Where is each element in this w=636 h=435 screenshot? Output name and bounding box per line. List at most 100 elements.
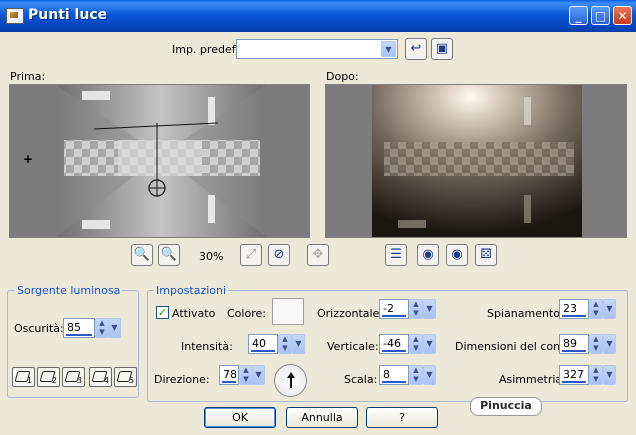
magnifier-minus-icon: 🔍: [133, 247, 151, 262]
asymmetry-field[interactable]: 327: [559, 365, 589, 385]
color-swatch[interactable]: [272, 298, 304, 325]
floppy-save-icon: ▣: [435, 41, 449, 56]
app-icon: [6, 8, 24, 24]
dice-icon: ⚄: [480, 247, 492, 262]
direction-label: Direzione:: [154, 373, 210, 386]
title-bar: Punti luce _ □ ✕: [0, 0, 636, 32]
after-preview-image: [372, 85, 582, 237]
zoom-in-button[interactable]: 🔍: [158, 244, 180, 266]
spin-arrows-icon[interactable]: ▲ ▼: [409, 299, 423, 319]
spin-arrows-icon[interactable]: ▲ ▼: [589, 334, 603, 354]
flatten-spinner[interactable]: 23 ▲ ▼ ▼: [559, 299, 617, 319]
spin-arrows-icon[interactable]: ▲ ▼: [589, 365, 603, 385]
spin-arrows-icon[interactable]: ▲ ▼: [409, 365, 423, 385]
direction-spinner[interactable]: 78 ▲ ▼ ▼: [219, 365, 265, 385]
pan-button[interactable]: ✥: [307, 244, 329, 266]
light-source-legend: Sorgente luminosa: [15, 284, 123, 297]
before-preview-image: +: [23, 85, 266, 237]
maximize-icon: □: [594, 9, 607, 23]
spin-arrows-icon[interactable]: ▲ ▼: [278, 334, 292, 354]
eye-icon: ◉: [451, 247, 463, 262]
reset-preset-button[interactable]: ↩: [405, 38, 427, 60]
direction-dial[interactable]: [274, 364, 307, 397]
intensity-label: Intensità:: [181, 340, 233, 353]
intensity-field[interactable]: 40: [248, 334, 278, 354]
direction-field[interactable]: 78: [219, 365, 239, 385]
ok-button[interactable]: OK: [204, 407, 276, 428]
chevron-down-icon[interactable]: ▼: [423, 334, 436, 354]
before-preview[interactable]: +: [9, 84, 310, 238]
scale-field[interactable]: 8: [379, 365, 409, 385]
chevron-down-icon[interactable]: ▼: [108, 318, 121, 338]
cone-size-field[interactable]: 89: [559, 334, 589, 354]
close-button[interactable]: ✕: [613, 6, 632, 25]
preset-dropdown[interactable]: ▼: [236, 39, 398, 59]
reset-arrow-icon: ↩: [410, 41, 422, 56]
light-preset-1[interactable]: 1: [12, 367, 35, 387]
cone-size-label: Dimensioni del cono:: [455, 340, 571, 353]
light-preset-2[interactable]: 2: [37, 367, 60, 387]
chevron-down-icon[interactable]: ▼: [603, 365, 616, 385]
vertical-label: Verticale:: [327, 340, 379, 353]
spin-arrows-icon[interactable]: ▲ ▼: [95, 318, 109, 338]
move-icon: ✥: [312, 247, 324, 262]
enabled-label: Attivato: [172, 307, 216, 320]
light-preset-5[interactable]: 5: [114, 367, 137, 387]
horizontal-field[interactable]: -2: [379, 299, 409, 319]
zoom-100-button[interactable]: ⊘: [268, 244, 290, 266]
zoom-out-button[interactable]: 🔍: [131, 244, 153, 266]
darkness-spinner[interactable]: 85 ▲ ▼ ▼: [63, 318, 121, 338]
fit-to-window-button[interactable]: ⤢: [240, 244, 262, 266]
eye-hand-icon: ◉: [422, 247, 434, 262]
chevron-down-icon[interactable]: ▼: [292, 334, 305, 354]
list-view-icon: ☰: [390, 247, 402, 262]
chevron-down-icon[interactable]: ▼: [603, 334, 616, 354]
magnifier-plus-icon: 🔍: [160, 247, 178, 262]
after-label: Dopo:: [326, 70, 359, 83]
spin-arrows-icon[interactable]: ▲ ▼: [589, 299, 603, 319]
chevron-down-icon[interactable]: ▼: [423, 365, 436, 385]
svg-text:+: +: [23, 152, 33, 166]
auto-proof-button[interactable]: ◉: [446, 244, 468, 266]
cone-size-spinner[interactable]: 89 ▲ ▼ ▼: [559, 334, 617, 354]
close-icon: ✕: [617, 9, 628, 23]
preset-label: Imp. predef.:: [172, 43, 242, 56]
horizontal-spinner[interactable]: -2 ▲ ▼ ▼: [379, 299, 437, 319]
watermark-badge: Pinuccia: [470, 397, 542, 416]
vertical-spinner[interactable]: -46 ▲ ▼ ▼: [379, 334, 437, 354]
asymmetry-spinner[interactable]: 327 ▲ ▼ ▼: [559, 365, 617, 385]
vertical-field[interactable]: -46: [379, 334, 409, 354]
minimize-button[interactable]: _: [569, 6, 588, 25]
flatten-label: Spianamento:: [487, 307, 564, 320]
magnifier-100-icon: ⊘: [273, 247, 285, 262]
help-button[interactable]: ?: [366, 407, 438, 428]
chevron-down-icon: ▼: [381, 41, 396, 57]
scale-spinner[interactable]: 8 ▲ ▼ ▼: [379, 365, 437, 385]
maximize-button[interactable]: □: [591, 6, 610, 25]
save-preset-button[interactable]: ▣: [431, 38, 453, 60]
chevron-down-icon[interactable]: ▼: [603, 299, 616, 319]
window-title: Punti luce: [28, 7, 108, 23]
spin-arrows-icon[interactable]: ▲ ▼: [239, 365, 253, 385]
light-preset-3[interactable]: 3: [62, 367, 85, 387]
asymmetry-label: Asimmetria:: [499, 373, 566, 386]
darkness-field[interactable]: 85: [63, 318, 95, 338]
horizontal-label: Orizzontale:: [317, 307, 384, 320]
color-label: Colore:: [227, 307, 266, 320]
chevron-down-icon[interactable]: ▼: [423, 299, 436, 319]
scale-label: Scala:: [344, 373, 378, 386]
toggle-overlay-button[interactable]: ☰: [385, 244, 407, 266]
intensity-spinner[interactable]: 40 ▲ ▼ ▼: [248, 334, 306, 354]
randomize-button[interactable]: ⚄: [475, 244, 497, 266]
after-preview: [325, 84, 627, 238]
minimize-icon: _: [575, 9, 582, 23]
spin-arrows-icon[interactable]: ▲ ▼: [409, 334, 423, 354]
light-preset-4[interactable]: 4: [89, 367, 112, 387]
flatten-field[interactable]: 23: [559, 299, 589, 319]
before-label: Prima:: [10, 70, 46, 83]
chevron-down-icon[interactable]: ▼: [252, 365, 265, 385]
cancel-button[interactable]: Annulla: [286, 407, 358, 428]
settings-legend: Impostazioni: [154, 284, 229, 297]
enabled-checkbox[interactable]: ✓: [156, 306, 169, 319]
proof-button[interactable]: ◉: [417, 244, 439, 266]
